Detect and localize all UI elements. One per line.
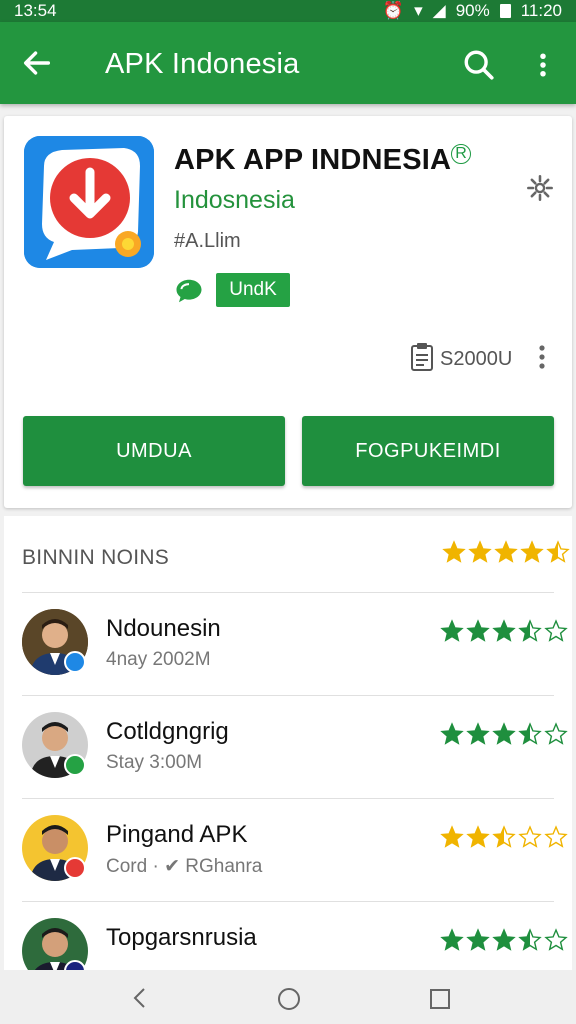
review-row[interactable]: Ndounesin 4nay 2002M <box>22 592 568 695</box>
reviewer-name: Topgarsnrusia <box>106 924 257 951</box>
star-full-icon <box>440 825 464 848</box>
nav-recent-icon[interactable] <box>428 987 452 1011</box>
review-rating-stars <box>440 825 568 849</box>
app-bar: APK Indonesia <box>0 22 576 104</box>
star-full-icon <box>494 540 518 563</box>
star-full-icon <box>520 540 544 563</box>
app-icon[interactable] <box>24 136 154 268</box>
star-full-icon <box>440 928 464 951</box>
star-empty-icon <box>544 825 568 848</box>
star-empty-icon <box>544 722 568 745</box>
app-size: S2000U <box>440 348 513 370</box>
battery-percent: 90% <box>455 1 490 20</box>
star-half-icon <box>518 722 542 745</box>
chat-icon <box>176 279 202 303</box>
review-rating-stars <box>440 928 568 952</box>
app-tag: #A.Llim <box>174 230 241 252</box>
app-detail-card: APK APP INDNESIA R Indosnesia #A.Llim Und… <box>4 116 572 508</box>
app-bar-title: APK Indonesia <box>105 48 300 80</box>
wifi-icon: ▾ <box>414 1 423 20</box>
star-half-icon <box>518 928 542 951</box>
more-vert-icon[interactable] <box>532 342 552 372</box>
review-date: Stay 3:00M <box>106 752 203 773</box>
developer-name[interactable]: Indosnesia <box>174 186 295 215</box>
status-badge: UndK <box>216 273 290 307</box>
star-full-icon <box>440 722 464 745</box>
star-full-icon <box>492 928 516 951</box>
signal-icon: ◢ <box>432 1 446 20</box>
status-time: 13:54 <box>14 1 57 20</box>
search-icon[interactable] <box>462 48 496 82</box>
star-full-icon <box>466 928 490 951</box>
status-bar: 13:54 ⏰ ▾ ◢ 90% 11:20 <box>0 0 576 22</box>
open-button[interactable]: FOGPUKEIMDI <box>302 416 554 486</box>
avatar-badge <box>64 651 86 673</box>
star-full-icon <box>442 540 466 563</box>
star-full-icon <box>440 619 464 642</box>
star-half-icon <box>546 540 570 563</box>
star-full-icon <box>468 540 492 563</box>
nav-home-icon[interactable] <box>276 986 302 1012</box>
star-empty-icon <box>518 825 542 848</box>
review-row[interactable]: Cotldgngrig Stay 3:00M <box>22 695 568 798</box>
status-clock: 11:20 <box>520 1 562 20</box>
reviewer-name: Ndounesin <box>106 615 221 642</box>
system-nav-bar <box>0 970 576 1024</box>
reviews-section: BINNIN NOINS Ndounesin 4nay 2002M Cotldg… <box>4 516 572 984</box>
reviewer-name: Pingand APK <box>106 821 248 848</box>
star-full-icon <box>466 619 490 642</box>
review-date: 4nay 2002M <box>106 649 211 670</box>
star-half-icon <box>518 619 542 642</box>
review-rating-stars <box>440 722 568 746</box>
avatar-badge <box>64 857 86 879</box>
reviews-header: BINNIN NOINS <box>22 546 170 569</box>
nav-back-icon[interactable] <box>128 986 152 1010</box>
star-half-icon <box>492 825 516 848</box>
arrow-left-icon[interactable] <box>20 46 54 80</box>
file-size-icon <box>411 343 433 371</box>
download-button[interactable]: UMDUA <box>23 416 285 486</box>
gear-icon[interactable] <box>526 174 554 202</box>
review-row[interactable]: Pingand APK Cord · ✔ RGhanra <box>22 798 568 901</box>
download-logo-icon <box>24 136 154 268</box>
more-vert-icon[interactable] <box>528 48 558 82</box>
review-rating-stars <box>440 619 568 643</box>
reviewer-name: Cotldgngrig <box>106 718 229 745</box>
star-empty-icon <box>544 928 568 951</box>
battery-icon <box>499 4 511 18</box>
app-title: APK APP INDNESIA R <box>174 144 472 177</box>
star-full-icon <box>492 722 516 745</box>
alarm-icon: ⏰ <box>382 1 405 20</box>
star-full-icon <box>466 825 490 848</box>
star-full-icon <box>466 722 490 745</box>
review-meta: Cord · ✔ RGhanra <box>106 856 263 877</box>
star-full-icon <box>492 619 516 642</box>
star-empty-icon <box>544 619 568 642</box>
avatar-badge <box>64 754 86 776</box>
registered-mark: R <box>451 144 472 165</box>
header-rating-stars <box>442 540 570 564</box>
